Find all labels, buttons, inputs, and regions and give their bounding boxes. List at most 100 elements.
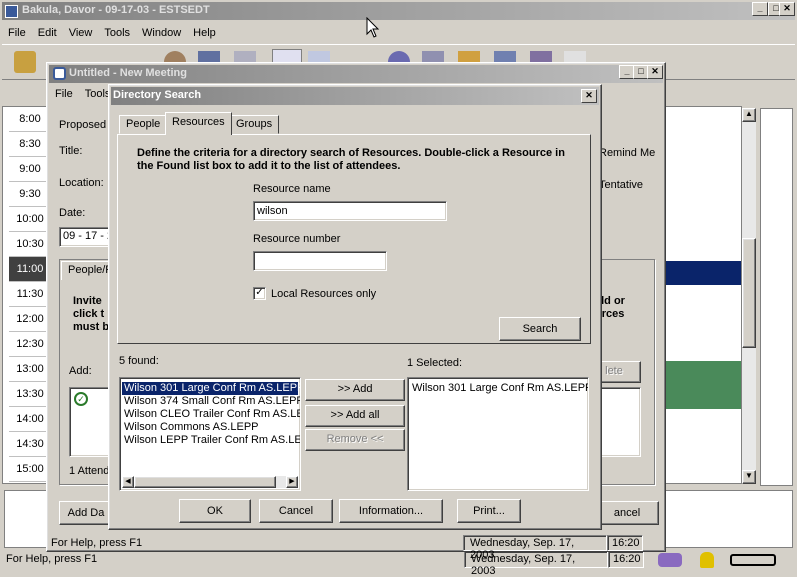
remind-me-label[interactable]: Remind Me	[599, 147, 655, 159]
attendee-check-icon: ✓	[74, 392, 88, 406]
resource-number-input[interactable]	[253, 251, 387, 271]
main-status-time: 16:20	[608, 551, 644, 568]
menu-tools[interactable]: Tools	[98, 24, 136, 42]
tentative-label[interactable]: Tentative	[599, 179, 643, 191]
scroll-up-button[interactable]: ▲	[742, 108, 756, 122]
scroll-down-button[interactable]: ▼	[742, 470, 756, 484]
app-icon	[5, 5, 18, 18]
meeting-menu-file[interactable]: File	[49, 85, 79, 103]
dialog-title: Directory Search	[113, 89, 202, 101]
time-slot[interactable]: 9:00	[9, 157, 51, 182]
found-list-hscroll[interactable]: ◀ ▶	[122, 476, 298, 488]
invite-text: Invite click t must b	[73, 295, 110, 333]
time-slot[interactable]: 10:30	[9, 232, 51, 257]
selected-list-item[interactable]: Wilson 301 Large Conf Rm AS.LEPP	[410, 382, 588, 395]
scroll-thumb[interactable]	[742, 238, 756, 348]
main-titlebar: Bakula, Davor - 09-17-03 - ESTSEDT	[2, 2, 795, 20]
add-button[interactable]: >> Add	[305, 379, 405, 401]
meeting-window-icon	[53, 67, 66, 80]
time-slot[interactable]: 13:00	[9, 357, 51, 382]
tab-resources[interactable]: Resources	[165, 112, 232, 135]
tab-groups[interactable]: Groups	[229, 115, 280, 134]
cancel-button[interactable]: Cancel	[259, 499, 333, 523]
time-slot[interactable]: 14:30	[9, 432, 51, 457]
status-bell-icon[interactable]	[700, 552, 714, 568]
found-list-item[interactable]: Wilson CLEO Trailer Conf Rm AS.LEPP	[122, 408, 300, 421]
found-count-label: 5 found:	[119, 355, 159, 367]
meeting-status-date: Wednesday, Sep. 17, 2003	[463, 535, 607, 561]
directory-search-dialog: Directory Search ✕ People Resources Grou…	[108, 84, 602, 530]
menu-file[interactable]: File	[2, 24, 32, 42]
time-slot[interactable]: 15:00	[9, 457, 51, 482]
time-slot[interactable]: 11:00	[9, 257, 51, 282]
time-slot[interactable]: 8:00	[9, 107, 51, 132]
main-close-button-visible[interactable]: ✕	[779, 2, 795, 16]
ok-button[interactable]: OK	[179, 499, 251, 523]
time-slot[interactable]: 12:00	[9, 307, 51, 332]
add-all-button[interactable]: >> Add all	[305, 405, 405, 427]
tab-people[interactable]: People	[119, 115, 168, 134]
day-view-scrollbar[interactable]: ▲ ▼	[742, 108, 756, 484]
local-resources-checkbox[interactable]: ✓	[253, 287, 266, 300]
found-list-item[interactable]: Wilson LEPP Trailer Conf Rm AS.LEPP	[122, 434, 300, 447]
main-menubar: File Edit View Tools Window Help	[2, 24, 222, 42]
title-label: Title:	[59, 145, 83, 157]
hscroll-thumb[interactable]	[134, 476, 276, 488]
meeting-status-help: For Help, press F1	[51, 537, 143, 549]
appointment-block-blue[interactable]	[661, 261, 741, 285]
time-slot[interactable]: 8:30	[9, 132, 51, 157]
resource-number-label: Resource number	[253, 233, 341, 245]
proposed-label: Proposed I	[59, 119, 113, 131]
time-slot[interactable]: 11:30	[9, 282, 51, 307]
resource-name-input[interactable]	[253, 201, 447, 221]
menu-window[interactable]: Window	[136, 24, 187, 42]
time-slot[interactable]: 14:00	[9, 407, 51, 432]
main-title: Bakula, Davor - 09-17-03 - ESTSEDT	[22, 4, 210, 16]
location-label: Location:	[59, 177, 104, 189]
attendee-list[interactable]: ✓	[69, 387, 113, 457]
hscroll-right-button[interactable]: ▶	[286, 476, 298, 488]
main-minimize-button[interactable]: _	[752, 2, 768, 16]
meeting-cancel-button[interactable]: ancel	[595, 501, 659, 525]
appointment-block-green[interactable]	[661, 361, 741, 409]
found-list-item[interactable]: Wilson Commons AS.LEPP	[122, 421, 298, 434]
found-list-item[interactable]: Wilson 301 Large Conf Rm AS.LEPP	[122, 382, 300, 395]
menu-view[interactable]: View	[63, 24, 99, 42]
toolbar-open-icon[interactable]	[14, 51, 36, 73]
menu-help[interactable]: Help	[187, 24, 222, 42]
remove-button[interactable]: Remove <<	[305, 429, 405, 451]
time-slot[interactable]: 9:30	[9, 182, 51, 207]
time-slot[interactable]: 13:30	[9, 382, 51, 407]
right-side-panel	[760, 108, 793, 486]
mouse-cursor-icon	[366, 17, 380, 38]
status-connection-icon[interactable]	[730, 554, 776, 566]
day-view-right	[660, 106, 742, 484]
selected-list[interactable]: Wilson 301 Large Conf Rm AS.LEPP	[407, 377, 589, 491]
main-status-help: For Help, press F1	[6, 553, 98, 565]
meeting-close-button[interactable]: ✕	[647, 65, 663, 79]
dialog-titlebar: Directory Search	[111, 87, 599, 105]
date-label: Date:	[59, 207, 86, 219]
time-slot[interactable]: 10:00	[9, 207, 51, 232]
information-button[interactable]: Information...	[339, 499, 443, 523]
date-value: 09 - 17 - 2	[63, 230, 114, 242]
hscroll-left-button[interactable]: ◀	[122, 476, 134, 488]
add-label: Add:	[69, 365, 92, 377]
resource-name-label: Resource name	[253, 183, 331, 195]
attendee-count: 1 Attend	[69, 465, 110, 477]
time-slot[interactable]: 12:30	[9, 332, 51, 357]
status-meeting-icon[interactable]	[658, 553, 682, 567]
day-view-panel: 8:00 8:30 9:00 9:30 10:00 10:30 11:00 11:30 12:0…	[2, 106, 52, 484]
found-list-item[interactable]: Wilson 374 Small Conf Rm AS.LEPP	[122, 395, 300, 408]
selected-count-label: 1 Selected:	[407, 357, 463, 369]
meeting-statusbar: For Help, press F1 Wednesday, Sep. 17, 2…	[49, 535, 663, 561]
found-list[interactable]: Wilson 301 Large Conf Rm AS.LEPP Wilson 3…	[119, 377, 301, 491]
local-resources-label: Local Resources only	[271, 288, 377, 300]
print-button[interactable]: Print...	[457, 499, 521, 523]
dialog-close-button[interactable]: ✕	[581, 89, 597, 103]
meeting-title: Untitled - New Meeting	[69, 67, 187, 79]
instructions-text: Define the criteria for a directory sear…	[137, 147, 565, 172]
menu-edit[interactable]: Edit	[32, 24, 63, 42]
add-date-button[interactable]: Add Da	[59, 501, 113, 525]
search-button[interactable]: Search	[499, 317, 581, 341]
